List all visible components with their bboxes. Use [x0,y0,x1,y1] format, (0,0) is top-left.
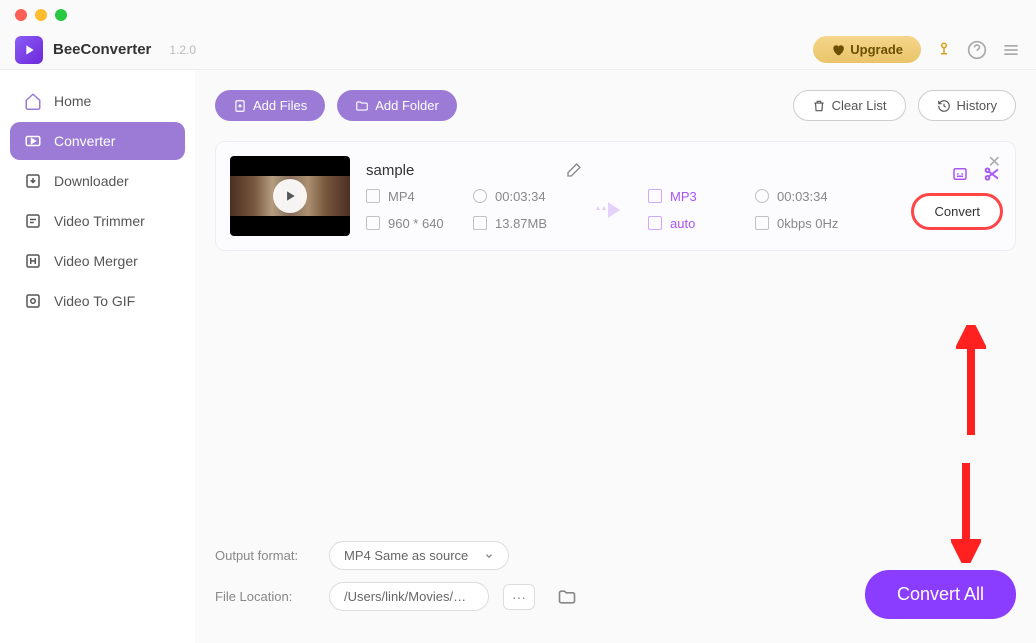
remove-file-button[interactable]: ✕ [988,152,1001,172]
add-files-button[interactable]: Add Files [215,90,325,121]
sidebar: Home Converter Downloader Video Trimmer … [0,70,195,643]
size-icon [473,216,487,230]
quality-icon [648,216,662,230]
heart-icon [831,43,845,57]
folder-open-icon[interactable] [557,587,577,607]
logo-area: BeeConverter 1.2.0 [15,36,196,64]
sidebar-item-converter[interactable]: Converter [10,122,185,160]
sidebar-item-gif[interactable]: Video To GIF [10,282,185,320]
convert-all-button[interactable]: Convert All [865,570,1016,619]
annotation-arrow [956,325,986,435]
trash-icon [812,99,826,113]
merger-icon [24,252,42,270]
file-location-field[interactable]: /Users/link/Movies/BeeC [329,582,489,611]
source-duration: 00:03:34 [473,189,568,204]
format-icon [648,189,662,203]
resolution-icon [366,216,380,230]
chevron-down-icon [484,551,494,561]
output-format-label: Output format: [215,548,315,563]
titlebar [0,0,1036,30]
file-plus-icon [233,99,247,113]
sidebar-item-home[interactable]: Home [10,82,185,120]
target-duration: 00:03:34 [755,189,850,204]
menu-icon[interactable] [1001,40,1021,60]
add-folder-button[interactable]: Add Folder [337,90,457,121]
crown-icon[interactable] [935,41,953,59]
app-version: 1.2.0 [169,43,196,57]
source-resolution: 960 * 640 [366,216,461,231]
app-logo [15,36,43,64]
header: BeeConverter 1.2.0 Upgrade [0,30,1036,70]
edit-icon[interactable] [566,162,582,178]
toolbar: Add Files Add Folder Clear List History [215,90,1016,121]
maximize-window-button[interactable] [55,9,67,21]
clock-icon [473,189,487,203]
file-card: sample MP4 960 * 640 [215,141,1016,251]
file-name: sample [366,162,414,179]
browse-button[interactable]: ··· [503,584,535,610]
minimize-window-button[interactable] [35,9,47,21]
format-icon [366,189,380,203]
sidebar-item-merger[interactable]: Video Merger [10,242,185,280]
download-icon [24,172,42,190]
source-size: 13.87MB [473,216,568,231]
file-location-label: File Location: [215,589,315,604]
audio-icon [755,216,769,230]
clock-icon [755,189,769,203]
folder-plus-icon [355,99,369,113]
output-format-dropdown[interactable]: MP4 Same as source [329,541,509,570]
help-icon[interactable] [967,40,987,60]
trimmer-icon [24,212,42,230]
converter-icon [24,132,42,150]
arrow-right-icon [596,202,620,218]
video-thumbnail[interactable] [230,156,350,236]
source-format: MP4 [366,189,461,204]
target-format[interactable]: MP3 [648,189,743,204]
history-icon [937,99,951,113]
upgrade-button[interactable]: Upgrade [813,36,921,63]
convert-button[interactable]: Convert [913,195,1001,228]
sidebar-item-downloader[interactable]: Downloader [10,162,185,200]
home-icon [24,92,42,110]
close-window-button[interactable] [15,9,27,21]
gif-icon [24,292,42,310]
history-button[interactable]: History [918,90,1016,121]
target-bitrate: 0kbps 0Hz [755,216,850,231]
sidebar-item-trimmer[interactable]: Video Trimmer [10,202,185,240]
clear-list-button[interactable]: Clear List [793,90,906,121]
subtitle-icon[interactable] [951,165,969,183]
target-quality[interactable]: auto [648,216,743,231]
play-icon [273,179,307,213]
app-name: BeeConverter [53,41,151,58]
content-area: Add Files Add Folder Clear List History [195,70,1036,643]
